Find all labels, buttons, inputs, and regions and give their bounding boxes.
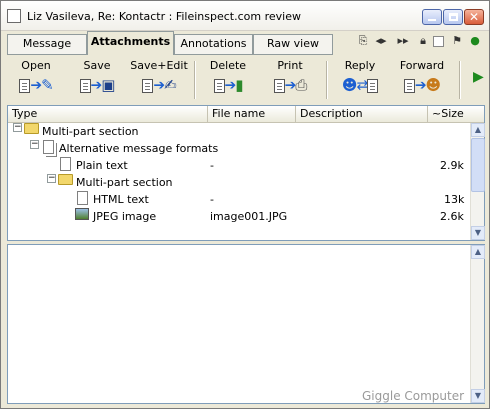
tab-bar: Message Attachments Annotations Raw view	[1, 31, 489, 55]
row-type: JPEG image	[93, 210, 157, 223]
documents-icon	[43, 140, 54, 154]
tree-row[interactable]: Plain text - 2.9k	[8, 157, 470, 174]
save-edit-button[interactable]: Save+Edit ➔✍	[129, 59, 189, 101]
tab-message[interactable]: Message	[7, 34, 87, 54]
delete-icon: ➔▮	[199, 75, 257, 95]
minimize-button[interactable]	[422, 9, 442, 25]
fast-forward-icon[interactable]: ▸▸	[397, 34, 409, 48]
toolbar-separator	[459, 61, 460, 99]
tree-row[interactable]: − Alternative message formats	[8, 140, 470, 157]
row-file-name: -	[210, 193, 214, 206]
collapse-icon[interactable]: −	[30, 140, 39, 149]
print-button[interactable]: Print ➔⎙	[259, 59, 321, 101]
forward-icon: ➔☻	[391, 75, 453, 95]
toolbar: Open ➔✎ Save ➔▣ Save+Edit ➔✍ Delete ➔▮ P…	[1, 57, 489, 103]
row-size: 2.9k	[440, 159, 464, 172]
row-type: HTML text	[93, 193, 149, 206]
tree-row[interactable]: − Multi-part section	[8, 174, 470, 191]
toolbar-separator	[326, 61, 327, 99]
reply-label: Reply	[344, 59, 376, 72]
close-icon: ✕	[469, 10, 480, 24]
toolbar-separator	[194, 61, 195, 99]
open-icon: ➔✎	[7, 75, 65, 95]
row-size: 13k	[444, 193, 465, 206]
preview-scrollbar[interactable]: ▲ ▼	[470, 245, 485, 403]
row-size: 2.6k	[440, 210, 464, 223]
save-edit-label: Save+Edit	[130, 59, 188, 72]
scroll-down-icon[interactable]: ▼	[471, 226, 485, 240]
save-label: Save	[83, 59, 111, 72]
list-header: Type File name Description ~Size	[8, 106, 484, 123]
scroll-up-icon[interactable]: ▲	[471, 245, 485, 259]
maximize-button[interactable]	[443, 9, 463, 25]
watermark: Giggle Computer	[362, 389, 465, 403]
folder-icon	[58, 174, 73, 185]
row-file-name: image001.JPG	[210, 210, 288, 223]
row-type: Multi-part section	[42, 125, 139, 138]
app-icon	[7, 9, 21, 23]
save-icon: ➔▣	[67, 75, 127, 95]
column-type[interactable]: Type	[8, 106, 208, 123]
attachment-list[interactable]: Type File name Description ~Size − Multi…	[7, 105, 485, 241]
row-file-name: -	[210, 159, 214, 172]
checkbox-icon[interactable]	[433, 36, 444, 47]
image-icon	[75, 208, 89, 220]
row-type: Multi-part section	[76, 176, 173, 189]
column-size[interactable]: ~Size	[428, 106, 470, 123]
title-bar[interactable]: Liz Vasileva, Re: Kontactr : Fileinspect…	[1, 1, 489, 31]
tab-raw-view[interactable]: Raw view	[253, 34, 333, 54]
main-window: Liz Vasileva, Re: Kontactr : Fileinspect…	[0, 0, 490, 409]
window-title: Liz Vasileva, Re: Kontactr : Fileinspect…	[27, 10, 301, 23]
scroll-down-icon[interactable]: ▼	[471, 389, 485, 403]
scroll-thumb[interactable]	[471, 138, 485, 192]
row-type: Alternative message formats	[59, 142, 219, 155]
collapse-icon[interactable]: −	[47, 174, 56, 183]
column-file-name[interactable]: File name	[208, 106, 296, 123]
flag-icon[interactable]: ⚑	[451, 34, 463, 48]
forward-label: Forward	[399, 59, 445, 72]
reply-icon: ☻⇄	[331, 75, 389, 95]
preview-pane[interactable]: ▲ ▼	[7, 244, 485, 404]
document-icon	[77, 191, 88, 205]
delete-label: Delete	[209, 59, 247, 72]
column-description[interactable]: Description	[296, 106, 428, 123]
maximize-icon	[449, 13, 458, 21]
save-button[interactable]: Save ➔▣	[67, 59, 127, 101]
prev-next-icon[interactable]: ◂▸	[375, 34, 387, 48]
attachment-icon[interactable]: ⎘	[357, 34, 369, 48]
toolbar-more-icon[interactable]: ▶	[473, 69, 484, 85]
reply-button[interactable]: Reply ☻⇄	[331, 59, 389, 101]
tree-row[interactable]: − Multi-part section	[8, 123, 470, 140]
tree-row[interactable]: JPEG image image001.JPG 2.6k	[8, 208, 470, 225]
open-label: Open	[21, 59, 51, 72]
tree-row[interactable]: HTML text - 13k	[8, 191, 470, 208]
close-button[interactable]: ✕	[464, 9, 484, 25]
scroll-up-icon[interactable]: ▲	[471, 123, 485, 137]
open-button[interactable]: Open ➔✎	[7, 59, 65, 101]
tab-attachments[interactable]: Attachments	[87, 31, 174, 55]
collapse-icon[interactable]: −	[13, 123, 22, 132]
tab-annotations[interactable]: Annotations	[174, 34, 253, 54]
traffic-light-icon[interactable]: ●	[469, 34, 481, 48]
row-type: Plain text	[76, 159, 128, 172]
print-icon: ➔⎙	[259, 75, 321, 95]
folder-icon	[24, 123, 39, 134]
minimize-icon	[428, 19, 436, 21]
print-label: Print	[277, 59, 303, 72]
save-edit-icon: ➔✍	[129, 75, 189, 95]
forward-button[interactable]: Forward ➔☻	[391, 59, 453, 101]
delete-button[interactable]: Delete ➔▮	[199, 59, 257, 101]
document-icon	[60, 157, 71, 171]
lock-icon[interactable]: 🔒︎	[417, 34, 429, 48]
list-scrollbar[interactable]: ▲ ▼	[470, 123, 485, 240]
